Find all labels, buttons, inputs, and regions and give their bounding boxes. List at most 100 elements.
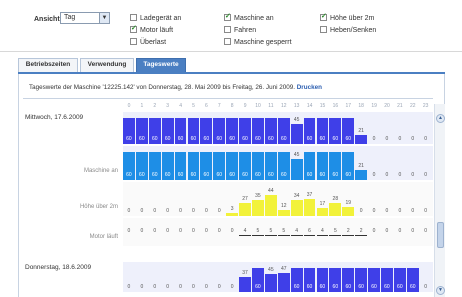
cell-value: 44 — [268, 188, 274, 194]
checkbox-fahren[interactable]: Fahren — [224, 26, 256, 34]
hour-cell: 60 — [187, 112, 200, 144]
hour-cell: 60 — [342, 146, 355, 180]
checkbox-box[interactable] — [320, 12, 327, 21]
hour-cell: 0 — [394, 218, 406, 246]
hour-cell: 0 — [368, 146, 380, 180]
cell-value: 60 — [242, 136, 248, 142]
data-row: 0 0 0 0 0 0 0 0 0 37 60 45 47 60 60 60 60 60 60 60 60 60 60 0 — [123, 262, 433, 292]
checkbox-heben-senken[interactable]: Heben/Senken — [320, 26, 376, 34]
cell-value: 3 — [230, 206, 234, 212]
hour-cell: 60 — [329, 262, 342, 292]
scroll-up-icon[interactable]: ▲ — [436, 114, 445, 123]
hour-cell: 60 — [393, 262, 406, 292]
cell-value: 0 — [424, 228, 428, 234]
value-bar — [264, 195, 277, 216]
checkbox-motor-l-uft[interactable]: Motor läuft — [130, 24, 173, 34]
hour-label: 19 — [371, 103, 377, 109]
cell-value: 0 — [166, 228, 170, 234]
cell-value: 60 — [139, 136, 145, 142]
checkbox-ladeger-t-an[interactable]: Ladegerät an — [130, 14, 181, 22]
scroll-thumb[interactable] — [437, 222, 444, 248]
hour-cell: 60 — [200, 146, 213, 180]
cell-value: 0 — [166, 208, 170, 214]
checkbox-box[interactable] — [224, 38, 231, 45]
hour-label: 9 — [243, 103, 247, 109]
hour-cell: 60 — [174, 146, 187, 180]
hour-cell: 47 — [277, 262, 290, 292]
checkbox-box[interactable] — [224, 26, 231, 33]
checkbox-box[interactable] — [130, 14, 137, 21]
checkbox-box[interactable] — [130, 24, 137, 33]
hour-label: 4 — [179, 103, 182, 109]
cell-value: 0 — [398, 228, 402, 234]
print-link[interactable]: Drucken — [297, 84, 322, 91]
hour-axis: 0 1 2 3 4 5 6 7 8 9 10 11 12 13 14 15 16 17 18 19 20 21 22 23 — [123, 103, 433, 111]
cell-value: 5 — [282, 228, 286, 234]
hour-cell: 60 — [368, 262, 380, 292]
tab-betriebszeiten[interactable]: Betriebszeiten — [18, 58, 78, 72]
tab-tageswerte[interactable]: Tageswerte — [136, 58, 186, 72]
hour-label: 11 — [268, 103, 274, 109]
value-bar — [329, 203, 342, 216]
value-bar — [342, 207, 355, 216]
cell-value: 37 — [306, 192, 313, 198]
hour-cell: 3 — [226, 182, 239, 216]
hour-cell: 0 — [175, 182, 187, 216]
ansicht-select[interactable]: Tag ▼ — [60, 12, 110, 24]
hour-cell: 60 — [264, 112, 277, 144]
hour-cell: 0 — [226, 262, 238, 292]
checkbox-label: Maschine an — [234, 15, 274, 22]
cell-value: 60 — [164, 136, 171, 142]
hour-cell: 60 — [355, 262, 368, 292]
cell-value: 0 — [140, 228, 144, 234]
hour-cell: 44 — [264, 182, 277, 216]
cell-value: 0 — [127, 208, 131, 214]
hour-cell: 0 — [123, 262, 135, 292]
value-bar — [290, 200, 303, 216]
tab-verwendung[interactable]: Verwendung — [80, 58, 134, 72]
hour-cell: 0 — [136, 218, 148, 246]
hour-cell: 0 — [394, 182, 406, 216]
cell-value: 60 — [397, 284, 403, 290]
checkbox-maschine-an[interactable]: Maschine an — [224, 12, 274, 22]
cell-value: 0 — [230, 284, 234, 290]
hour-cell: 0 — [162, 218, 174, 246]
hour-cell: 60 — [252, 112, 264, 144]
cell-value: 60 — [203, 136, 210, 142]
chevron-down-icon[interactable]: ▼ — [99, 13, 109, 23]
hour-cell: 0 — [226, 218, 238, 246]
activity-tick — [342, 235, 355, 236]
data-row: 60 60 60 60 60 60 60 60 60 60 60 60 60 45 60 60 60 60 21 0 0… — [123, 112, 433, 144]
hour-label: 15 — [319, 103, 326, 109]
checkbox-box[interactable] — [130, 38, 137, 45]
cell-value: 0 — [140, 284, 144, 290]
cell-value: 0 — [204, 284, 208, 290]
hour-cell: 60 — [329, 112, 342, 144]
cell-value: 60 — [409, 284, 416, 290]
checkbox-h-he-ber-2m[interactable]: Höhe über 2m — [320, 12, 374, 22]
hour-cell: 60 — [123, 112, 135, 144]
cell-value: 0 — [398, 172, 402, 178]
cell-value: 5 — [333, 228, 337, 234]
hour-cell: 0 — [136, 262, 148, 292]
checkbox-box[interactable] — [224, 12, 231, 21]
cell-value: 60 — [319, 284, 326, 290]
hour-cell: 5 — [329, 218, 342, 246]
hour-cell: 35 — [252, 182, 264, 216]
row-label: Motor läuft — [89, 234, 118, 240]
checkbox--berlast[interactable]: Überlast — [130, 38, 166, 46]
hour-cell: 0 — [407, 146, 419, 180]
hour-cell: 60 — [148, 146, 161, 180]
vertical-scrollbar[interactable]: ▲ ▼ — [434, 104, 445, 297]
value-bar — [316, 208, 329, 216]
scroll-down-icon[interactable]: ▼ — [436, 286, 445, 295]
cell-value: 17 — [319, 201, 326, 207]
hour-cell: 0 — [381, 146, 393, 180]
hour-cell: 60 — [123, 146, 135, 180]
checkbox-box[interactable] — [320, 26, 327, 33]
hour-cell: 60 — [135, 146, 148, 180]
hour-label: 1 — [140, 103, 144, 109]
checkbox-maschine-gesperrt[interactable]: Maschine gesperrt — [224, 38, 292, 46]
cell-value: 0 — [166, 284, 170, 290]
hour-label: 18 — [358, 103, 364, 109]
